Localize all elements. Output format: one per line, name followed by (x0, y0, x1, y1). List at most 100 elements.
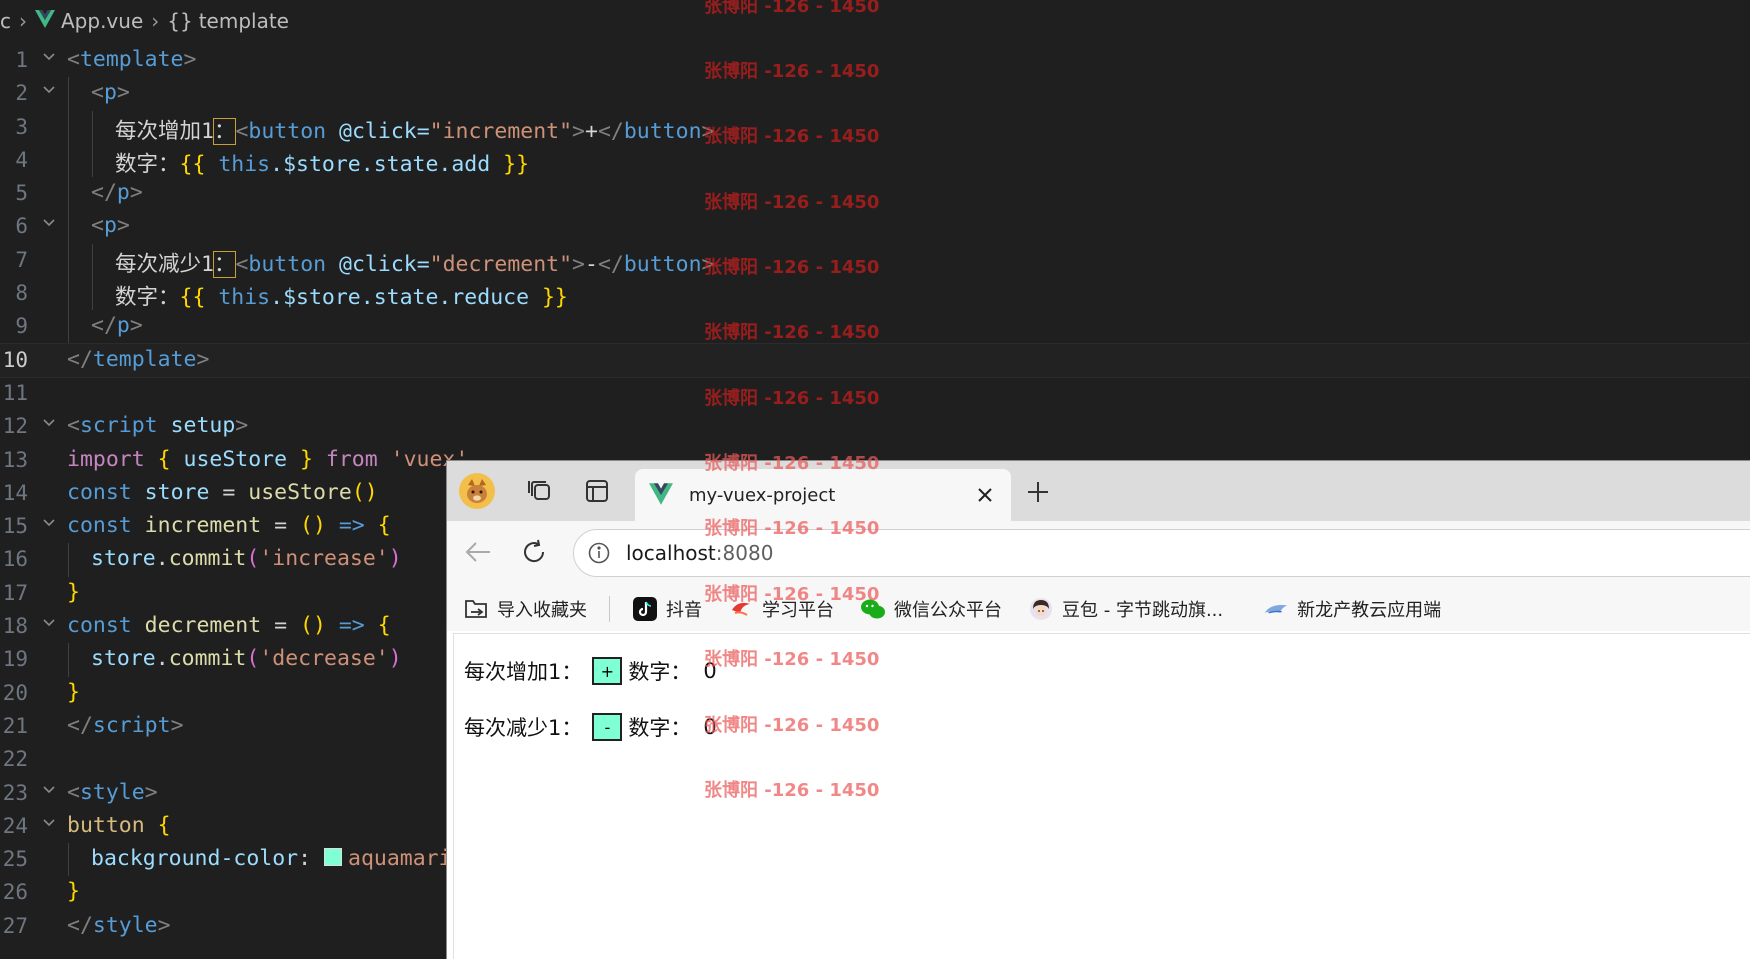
decrement-count-label: 数字： (628, 716, 692, 740)
indent-guide (68, 277, 69, 311)
fold-chevron-icon[interactable] (42, 83, 56, 97)
token-brace: { (377, 513, 391, 539)
token-rp: ) (388, 646, 402, 672)
increment-row: 每次增加1： + 数字： 0 (464, 656, 717, 686)
token-this: this (205, 151, 271, 177)
line-number: 1 (15, 48, 28, 72)
token-brace: } (67, 579, 80, 605)
breadcrumb-file[interactable]: App.vue (61, 9, 143, 33)
url-port: :8080 (715, 541, 774, 565)
watermark-text: 张博阳 -126 - 1450 (704, 192, 880, 213)
line-number: 21 (2, 713, 28, 738)
token-open: < (91, 80, 104, 106)
token-tag: button (248, 118, 327, 144)
fold-chevron-icon[interactable] (42, 516, 56, 530)
bookmark-wechat-mp[interactable]: 微信公众平台 (860, 596, 1002, 622)
token-paren: () (300, 613, 326, 639)
token-dot: . (155, 546, 169, 572)
watermark-text: 张博阳 -126 - 1450 (704, 126, 880, 147)
increment-button[interactable]: + (592, 657, 623, 685)
token-arrow: => (325, 513, 378, 539)
increment-label: 每次增加1： (464, 660, 583, 684)
fold-chevron-icon[interactable] (42, 416, 56, 430)
symbol-braces-icon: {} (167, 9, 193, 33)
fold-chevron-icon[interactable] (42, 616, 56, 630)
token-tag: p (103, 80, 117, 106)
breadcrumb-folder[interactable]: c (0, 9, 11, 33)
code-line[interactable]: 8 数字：{{ this.$store.state.reduce }} (0, 277, 1750, 311)
back-arrow-icon[interactable] (461, 535, 495, 569)
browser-window: my-vuex-project localhost:8080 导入收藏夹 抖音 … (446, 460, 1750, 959)
token-lp: ( (246, 546, 260, 572)
line-number: 6 (15, 214, 28, 239)
breadcrumb-symbol[interactable]: template (199, 9, 289, 33)
line-number: 4 (15, 147, 28, 172)
line-number: 16 (2, 547, 28, 572)
token-close: > (144, 779, 158, 805)
fold-chevron-icon[interactable] (42, 50, 56, 64)
token-close: > (157, 912, 171, 938)
code-line[interactable]: 6 <p> (0, 210, 1750, 244)
xinlong-cloud-icon (1263, 596, 1289, 622)
token-close: > (572, 118, 585, 144)
code-line[interactable]: 10 </template> (0, 342, 1750, 378)
token-str: 'increase' (259, 546, 389, 572)
close-tab-icon[interactable] (969, 479, 1001, 511)
token-tag: template (92, 346, 197, 372)
profile-avatar-icon[interactable] (459, 473, 495, 509)
fold-chevron-icon[interactable] (42, 783, 56, 797)
code-text: <template> (67, 47, 196, 72)
douyin-icon (632, 596, 658, 622)
token-arrow: => (325, 613, 378, 639)
token-open: < (91, 213, 104, 239)
token-rp: ) (388, 546, 402, 572)
tab-strip: my-vuex-project (447, 461, 1750, 521)
line-number: 14 (2, 480, 28, 505)
watermark-text: 张博阳 -126 - 1450 (704, 518, 880, 539)
bookmark-douyin[interactable]: 抖音 (632, 596, 702, 622)
bookmark-import[interactable]: 导入收藏夹 (463, 596, 587, 622)
token-lb: {{ (179, 151, 206, 177)
token-brace: } (67, 679, 80, 705)
bookmark-doubao[interactable]: 豆包 - 字节跳动旗... (1028, 596, 1223, 622)
token-lb: { (144, 446, 171, 472)
code-text: const decrement = () => { (67, 613, 391, 638)
token-lb: {{ (179, 285, 206, 311)
token-text: 数字： (115, 151, 180, 177)
workspaces-icon[interactable] (523, 473, 559, 509)
watermark-text: 张博阳 -126 - 1450 (704, 780, 880, 801)
new-tab-button[interactable] (1021, 475, 1055, 509)
token-name: decrement (131, 613, 262, 639)
indent-guide (68, 843, 69, 877)
token-op: = (261, 513, 301, 539)
token-kw: import (67, 446, 145, 472)
token-colon: ： (212, 250, 237, 278)
fold-chevron-icon[interactable] (42, 816, 56, 830)
decrement-button[interactable]: - (592, 713, 623, 741)
token-open: < (67, 413, 80, 439)
code-text: </style> (67, 913, 171, 938)
decrement-row: 每次减少1： - 数字： 0 (464, 712, 717, 742)
token-tag: script (92, 712, 171, 738)
bookmark-label: 新龙产教云应用端 (1297, 600, 1442, 621)
color-swatch-icon[interactable] (324, 848, 342, 867)
token-close: > (196, 346, 210, 372)
doubao-avatar-icon (1028, 596, 1054, 622)
browser-toolbar: localhost:8080 (447, 521, 1750, 587)
code-line[interactable]: 12 <script setup> (0, 410, 1750, 443)
reload-icon[interactable] (517, 535, 551, 569)
token-paren: () (351, 479, 378, 505)
code-text: </script> (67, 713, 184, 738)
code-text: 每次减少1：<button @click="decrement">-</butt… (115, 247, 714, 278)
site-info-icon[interactable] (586, 540, 612, 566)
token-tag: style (79, 779, 145, 805)
bookmark-xinlong[interactable]: 新龙产教云应用端 (1263, 596, 1441, 622)
increment-count-label: 数字： (628, 660, 692, 684)
tab-actions-icon[interactable] (579, 473, 615, 509)
token-prop: background-color (91, 846, 299, 872)
line-number: 5 (15, 181, 28, 206)
token-close: > (572, 251, 585, 277)
fold-chevron-icon[interactable] (42, 216, 56, 230)
bookmark-label: 抖音 (666, 600, 702, 621)
code-line[interactable]: 4 数字：{{ this.$store.state.add }} (0, 143, 1750, 178)
